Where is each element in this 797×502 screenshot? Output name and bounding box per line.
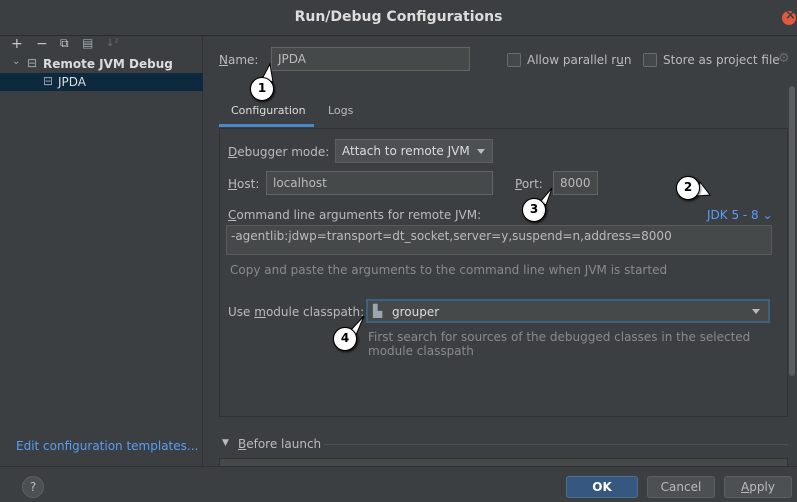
callout-3-top: 3	[522, 198, 546, 222]
callout-pointers	[261, 62, 711, 336]
callout-4-top: 4	[333, 327, 357, 351]
callout-1-top: 1	[250, 77, 274, 101]
callout-2-top: 2	[676, 176, 700, 200]
